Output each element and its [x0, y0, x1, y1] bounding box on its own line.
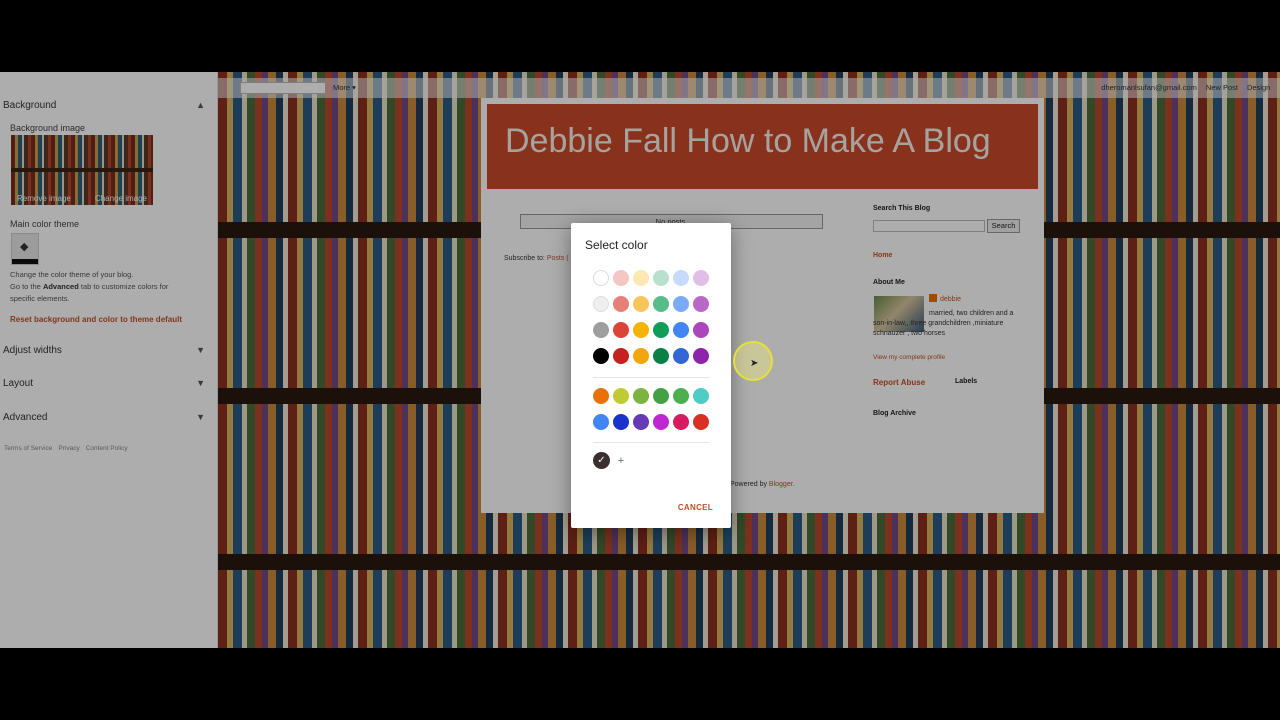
select-color-dialog: Select color ✓ + CANCEL — [571, 223, 731, 528]
color-swatch[interactable] — [693, 296, 709, 312]
palette-row — [593, 322, 709, 338]
color-swatch[interactable] — [613, 348, 629, 364]
color-swatch[interactable] — [633, 388, 649, 404]
color-palette — [593, 270, 709, 374]
color-swatch[interactable] — [653, 296, 669, 312]
color-swatch[interactable] — [633, 348, 649, 364]
screen: Background ▲ Background image Remove ima… — [0, 72, 1280, 648]
palette-divider — [593, 377, 709, 378]
palette-row — [593, 348, 709, 364]
dialog-title: Select color — [585, 238, 648, 252]
color-swatch[interactable] — [673, 348, 689, 364]
selected-custom-color[interactable]: ✓ — [593, 452, 610, 469]
palette-row — [593, 388, 709, 404]
color-swatch[interactable] — [653, 414, 669, 430]
palette-divider — [593, 442, 709, 443]
color-swatch[interactable] — [593, 388, 609, 404]
mouse-pointer-icon: ➤ — [750, 358, 759, 369]
color-swatch[interactable] — [673, 296, 689, 312]
color-swatch[interactable] — [613, 322, 629, 338]
palette-row — [593, 414, 709, 430]
color-swatch[interactable] — [613, 270, 629, 286]
color-swatch[interactable] — [593, 322, 609, 338]
palette-row — [593, 296, 709, 312]
color-swatch[interactable] — [653, 270, 669, 286]
color-swatch[interactable] — [593, 296, 609, 312]
color-swatch[interactable] — [673, 388, 689, 404]
custom-colors: ✓ + — [593, 452, 628, 469]
color-swatch[interactable] — [693, 388, 709, 404]
check-icon: ✓ — [597, 455, 606, 466]
color-swatch[interactable] — [633, 414, 649, 430]
color-swatch[interactable] — [673, 322, 689, 338]
color-swatch[interactable] — [593, 270, 609, 286]
color-swatch[interactable] — [693, 414, 709, 430]
color-swatch[interactable] — [633, 296, 649, 312]
color-swatch[interactable] — [693, 270, 709, 286]
color-swatch[interactable] — [613, 388, 629, 404]
palette-row — [593, 270, 709, 286]
accent-palette — [593, 388, 709, 440]
color-swatch[interactable] — [613, 414, 629, 430]
color-swatch[interactable] — [673, 270, 689, 286]
color-swatch[interactable] — [613, 296, 629, 312]
color-swatch[interactable] — [693, 322, 709, 338]
color-swatch[interactable] — [633, 322, 649, 338]
color-swatch[interactable] — [593, 348, 609, 364]
plus-icon: + — [617, 454, 625, 467]
color-swatch[interactable] — [653, 322, 669, 338]
add-custom-color-button[interactable]: + — [614, 454, 628, 468]
color-swatch[interactable] — [653, 388, 669, 404]
color-swatch[interactable] — [593, 414, 609, 430]
color-swatch[interactable] — [653, 348, 669, 364]
color-swatch[interactable] — [693, 348, 709, 364]
cancel-button[interactable]: CANCEL — [678, 503, 713, 512]
color-swatch[interactable] — [633, 270, 649, 286]
color-swatch[interactable] — [673, 414, 689, 430]
